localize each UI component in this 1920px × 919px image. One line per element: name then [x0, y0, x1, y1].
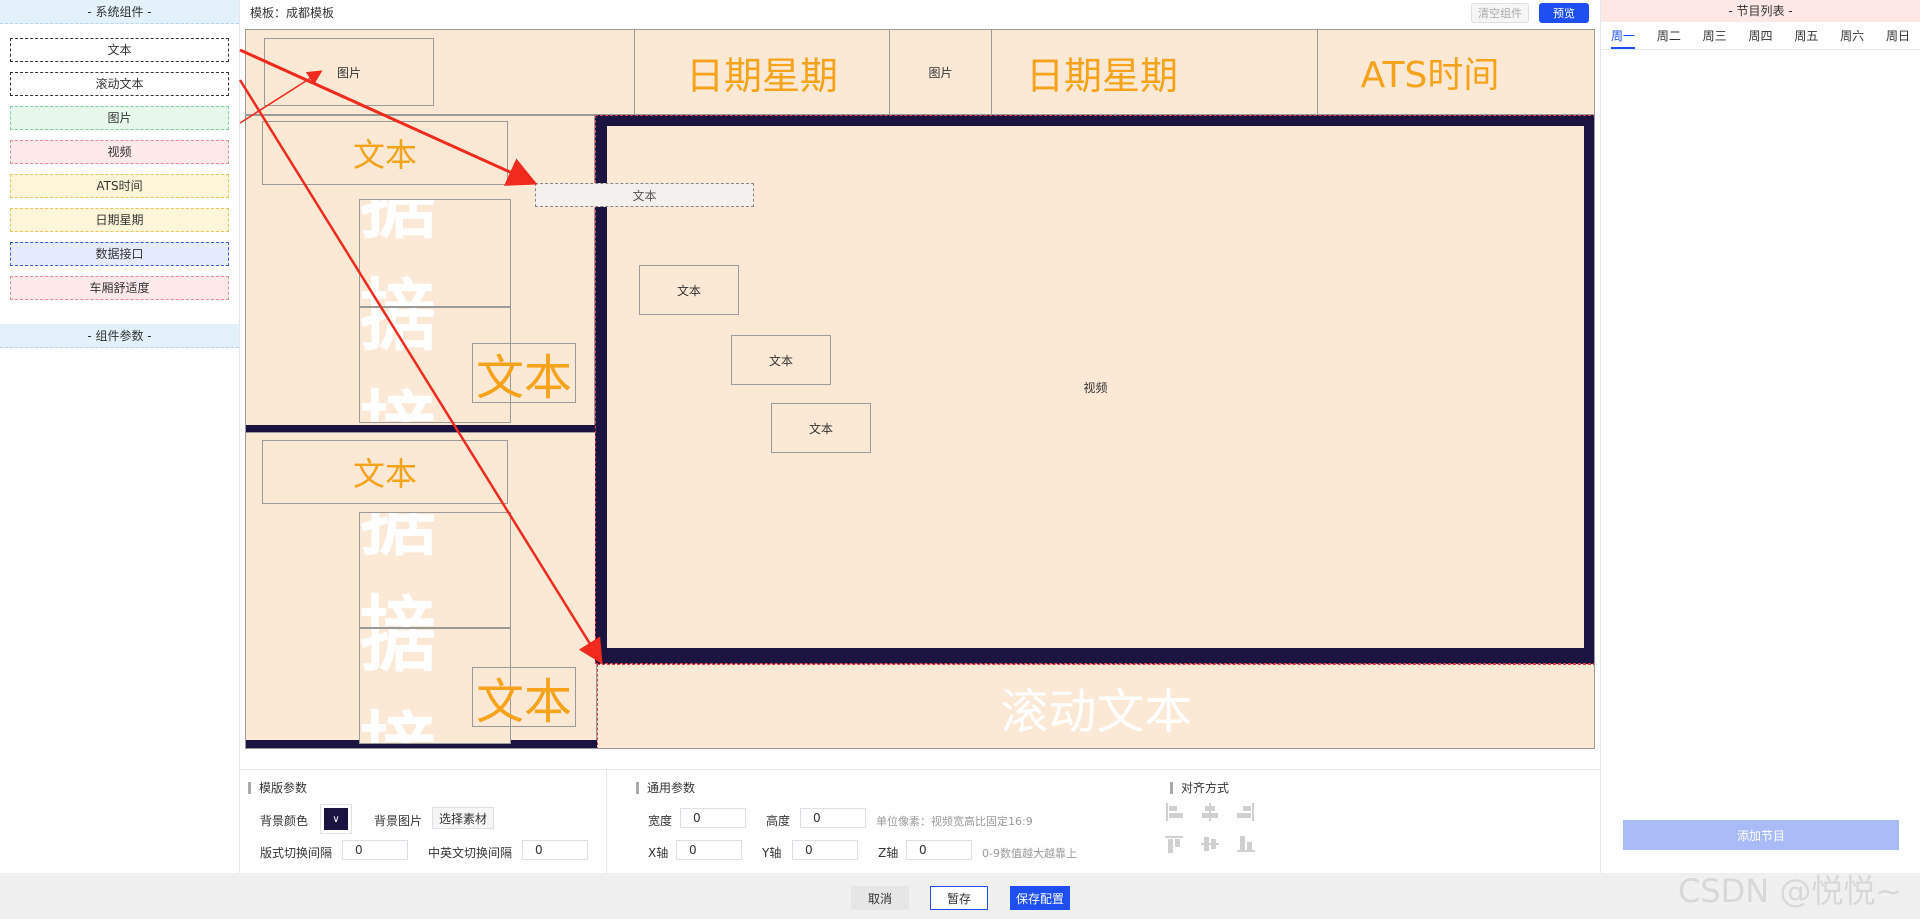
align-bottom-icon[interactable] [1236, 834, 1256, 854]
component-carriage-comfort[interactable]: 车厢舒适度 [10, 276, 229, 300]
dragging-text-ghost[interactable]: 文本 [535, 183, 754, 207]
program-list-panel: - 节目列表 - 周一 周二 周三 周四 周五 周六 周日 添加节目 [1600, 0, 1920, 873]
general-params-title: 通用参数 [636, 782, 695, 794]
tab-sunday[interactable]: 周日 [1886, 22, 1910, 49]
tab-tuesday[interactable]: 周二 [1657, 22, 1681, 49]
params-divider [606, 770, 607, 874]
video-text-1[interactable]: 文本 [639, 265, 739, 315]
width-input[interactable]: 0 [680, 808, 746, 828]
align-left-icon[interactable] [1164, 802, 1184, 822]
z-axis-input[interactable]: 0 [906, 840, 972, 860]
left-upper-data-1[interactable]: 据接 [359, 199, 511, 307]
weekday-tabs: 周一 周二 周三 周四 周五 周六 周日 [1601, 22, 1920, 50]
bg-color-picker[interactable]: ∨ [320, 804, 352, 834]
x-axis-input[interactable]: 0 [676, 840, 742, 860]
app-root: - 系统组件 - 文本 滚动文本 图片 视频 ATS时间 日期星期 数据接口 车… [0, 0, 1920, 919]
add-program-button[interactable]: 添加节目 [1623, 820, 1899, 850]
z-axis-label: Z轴 [878, 846, 899, 860]
z-axis-hint: 0-9数值越大越靠上 [982, 847, 1077, 860]
params-panel: 模版参数 背景颜色 ∨ 背景图片 选择素材 版式切换间隔 0 中英文切换间隔 0… [240, 769, 1600, 874]
system-components-header: - 系统组件 - [0, 0, 239, 24]
component-panel: - 系统组件 - 文本 滚动文本 图片 视频 ATS时间 日期星期 数据接口 车… [0, 0, 240, 873]
left-upper-text[interactable]: 文本 [262, 121, 508, 185]
top-image-1[interactable]: 图片 [264, 38, 434, 106]
top-date-week-1[interactable]: 日期星期 [634, 30, 890, 115]
top-right-slot[interactable] [1542, 30, 1594, 115]
component-date-week[interactable]: 日期星期 [10, 208, 229, 232]
width-label: 宽度 [648, 814, 673, 828]
align-right-icon[interactable] [1236, 802, 1256, 822]
top-date-week-2[interactable]: 日期星期 [991, 30, 1213, 115]
x-axis-label: X轴 [648, 846, 669, 860]
left-lower-text-overlay[interactable]: 文本 [472, 667, 576, 730]
component-video[interactable]: 视频 [10, 140, 229, 164]
tab-saturday[interactable]: 周六 [1840, 22, 1864, 49]
y-axis-label: Y轴 [762, 846, 782, 860]
chevron-down-icon: ∨ [324, 808, 348, 830]
program-list-header: - 节目列表 - [1601, 0, 1920, 22]
watermark: CSDN @悦悦~ [1678, 872, 1903, 910]
draft-button[interactable]: 暂存 [930, 886, 988, 910]
scroll-text-component[interactable]: 滚动文本 [597, 664, 1594, 748]
save-config-button[interactable]: 保存配置 [1010, 886, 1070, 910]
preview-button[interactable]: 预览 [1539, 3, 1589, 23]
component-image[interactable]: 图片 [10, 106, 229, 130]
lang-interval-label: 中英文切换间隔 [428, 846, 513, 860]
toolbar: 模板：成都模板 清空组件 预览 [240, 0, 1600, 26]
editor-canvas[interactable]: 图片 日期星期 图片 日期星期 ATS时间 文本 据接 据接 文本 [245, 29, 1595, 749]
video-text-3[interactable]: 文本 [771, 403, 871, 453]
clear-components-button[interactable]: 清空组件 [1471, 3, 1529, 23]
tab-monday[interactable]: 周一 [1611, 22, 1636, 49]
align-top-icon[interactable] [1164, 834, 1184, 854]
top-image-2[interactable]: 图片 [890, 30, 992, 115]
layout-interval-label: 版式切换间隔 [260, 846, 333, 860]
bg-image-label: 背景图片 [374, 814, 423, 828]
component-params-header: - 组件参数 - [0, 324, 239, 348]
select-material-button[interactable]: 选择素材 [432, 807, 495, 829]
template-params-title: 模版参数 [248, 782, 307, 794]
component-scroll-text[interactable]: 滚动文本 [10, 72, 229, 96]
component-data-interface[interactable]: 数据接口 [10, 242, 229, 266]
unit-hint: 单位像素：视频宽高比固定16:9 [876, 815, 1033, 828]
footer-bar: 取消 暂存 保存配置 [0, 873, 1920, 919]
video-text-2[interactable]: 文本 [731, 335, 831, 385]
left-upper-bottom-bar [246, 425, 597, 432]
tab-friday[interactable]: 周五 [1794, 22, 1818, 49]
top-empty-slot[interactable] [1212, 30, 1318, 115]
top-ats-time[interactable]: ATS时间 [1317, 30, 1543, 115]
left-lower-text[interactable]: 文本 [262, 440, 508, 504]
template-name: 模板：成都模板 [250, 6, 335, 20]
align-title: 对齐方式 [1170, 782, 1229, 794]
component-ats-time[interactable]: ATS时间 [10, 174, 229, 198]
left-lower-data-1[interactable]: 据接 [359, 512, 511, 628]
height-label: 高度 [766, 814, 791, 828]
layout-interval-input[interactable]: 0 [342, 840, 408, 860]
component-text[interactable]: 文本 [10, 38, 229, 62]
align-center-h-icon[interactable] [1200, 802, 1220, 822]
bg-color-label: 背景颜色 [260, 814, 309, 828]
lang-interval-input[interactable]: 0 [522, 840, 588, 860]
cancel-button[interactable]: 取消 [851, 886, 909, 910]
component-list: 文本 滚动文本 图片 视频 ATS时间 日期星期 数据接口 车厢舒适度 [0, 24, 239, 316]
y-axis-input[interactable]: 0 [792, 840, 858, 860]
height-input[interactable]: 0 [800, 808, 866, 828]
tab-wednesday[interactable]: 周三 [1703, 22, 1727, 49]
align-center-v-icon[interactable] [1200, 834, 1220, 854]
left-upper-text-overlay[interactable]: 文本 [472, 343, 576, 406]
tab-thursday[interactable]: 周四 [1748, 22, 1772, 49]
